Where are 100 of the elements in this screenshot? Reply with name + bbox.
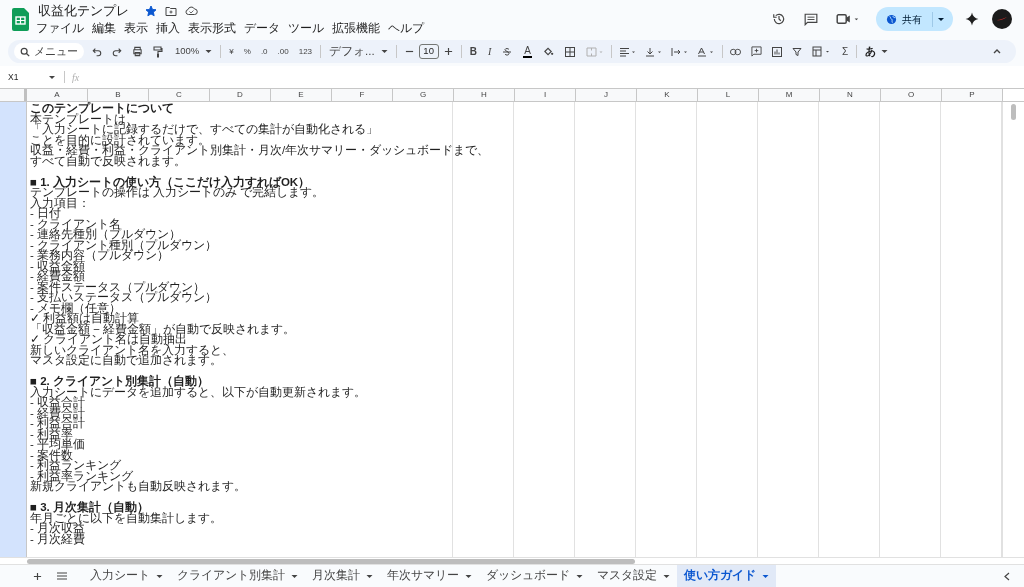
video-call-icon[interactable]: [836, 13, 860, 25]
redo-icon[interactable]: [112, 46, 122, 57]
print-icon[interactable]: [132, 46, 143, 57]
folder-icon[interactable]: [165, 5, 177, 17]
column-header[interactable]: B: [88, 89, 149, 101]
column-header[interactable]: C: [149, 89, 210, 101]
globe-icon: [886, 13, 897, 25]
menu-item[interactable]: 表示形式: [188, 19, 236, 37]
menu-item[interactable]: ツール: [288, 19, 324, 37]
guide-text: - 経費金額: [30, 271, 86, 282]
caret-icon[interactable]: [48, 74, 56, 80]
guide-text: 本テンプレートは、: [30, 113, 138, 124]
text-wrap-icon[interactable]: [670, 46, 689, 57]
text-rotation-icon[interactable]: [696, 46, 715, 57]
guide-text: マスタ設定に自動で追加されます。: [30, 355, 222, 366]
caret-icon: [762, 573, 769, 579]
column-header[interactable]: H: [454, 89, 515, 101]
paint-format-icon[interactable]: [153, 45, 163, 58]
decrease-decimal-button[interactable]: .0: [260, 45, 268, 58]
comment-icon[interactable]: [804, 12, 818, 26]
cloud-icon[interactable]: [185, 6, 198, 16]
chart-icon[interactable]: [771, 46, 782, 57]
column-header[interactable]: N: [820, 89, 881, 101]
font-dropdown[interactable]: デフォ...: [329, 42, 388, 61]
sheet-tab[interactable]: ダッシュボード: [479, 565, 590, 587]
sheet-list-icon[interactable]: [57, 572, 67, 580]
functions-button[interactable]: Σ: [841, 44, 849, 59]
column-header[interactable]: A: [27, 89, 88, 101]
sparkle-icon[interactable]: [965, 12, 979, 26]
guide-text: - 平均単価: [30, 439, 86, 450]
text-color-button[interactable]: A: [523, 45, 532, 58]
menu-item[interactable]: ヘルプ: [388, 19, 424, 37]
plus-icon[interactable]: [443, 47, 453, 56]
caret-icon: [576, 573, 583, 579]
guide-text: - 月次収益: [30, 523, 86, 534]
sheet-tab[interactable]: 使い方ガイド: [677, 565, 776, 587]
column-header[interactable]: M: [759, 89, 820, 101]
guide-text: - クライアント名: [30, 218, 122, 229]
horizontal-scrollbar[interactable]: [27, 558, 635, 564]
menu-search-field[interactable]: メニュー: [14, 43, 84, 60]
column-header[interactable]: L: [698, 89, 759, 101]
guide-text: - 支払いステータス（プルダウン）: [30, 292, 218, 303]
add-sheet-icon[interactable]: [33, 571, 42, 581]
guide-text: - 収益金額: [30, 260, 86, 271]
menu-item[interactable]: ファイル: [36, 19, 84, 37]
column-header[interactable]: G: [393, 89, 454, 101]
menu-item[interactable]: データ: [244, 19, 280, 37]
strikethrough-icon[interactable]: [502, 46, 513, 57]
align-left-icon[interactable]: [618, 46, 637, 57]
guide-text: - 利益ランキング: [30, 460, 122, 471]
filter-icon[interactable]: [791, 46, 802, 57]
caret-icon: [663, 573, 670, 579]
column-header[interactable]: J: [576, 89, 637, 101]
column-header[interactable]: D: [210, 89, 271, 101]
cell-reference-field[interactable]: X1: [8, 70, 48, 84]
font-size-field[interactable]: 10: [418, 44, 439, 59]
italic-button[interactable]: I: [487, 44, 492, 59]
column-header[interactable]: O: [881, 89, 942, 101]
caret-icon: [465, 573, 472, 579]
menu-item[interactable]: 挿入: [156, 19, 180, 37]
column-header[interactable]: E: [271, 89, 332, 101]
percent-format-button[interactable]: %: [243, 45, 251, 58]
insert-comment-icon[interactable]: [750, 46, 762, 57]
zoom-dropdown[interactable]: 100%: [175, 44, 213, 59]
increase-decimal-button[interactable]: .00: [277, 45, 289, 58]
input-tools-dropdown[interactable]: あ: [865, 43, 889, 60]
share-button[interactable]: 共有: [876, 7, 953, 31]
bold-button[interactable]: B: [469, 44, 477, 59]
borders-icon[interactable]: [564, 46, 575, 57]
menu-item[interactable]: 拡張機能: [332, 19, 380, 37]
caret-icon: [881, 49, 889, 54]
link-icon[interactable]: [729, 47, 741, 56]
menu-item[interactable]: 表示: [124, 19, 148, 37]
undo-icon[interactable]: [92, 46, 102, 57]
sheet-tab[interactable]: 入力シート: [83, 565, 170, 587]
column-header[interactable]: F: [332, 89, 393, 101]
column-header[interactable]: K: [637, 89, 698, 101]
column-header[interactable]: P: [942, 89, 1003, 101]
caret-icon: [291, 573, 298, 579]
sheet-tab[interactable]: 年次サマリー: [380, 565, 479, 587]
avatar-icon[interactable]: [992, 9, 1012, 29]
fill-color-icon[interactable]: [542, 46, 554, 57]
sheets-logo-icon[interactable]: [12, 7, 29, 31]
filter-views-icon[interactable]: [811, 46, 832, 57]
star-icon[interactable]: [145, 5, 157, 17]
formula-label: fx: [72, 70, 80, 85]
menu-item[interactable]: 編集: [92, 19, 116, 37]
number-format-button[interactable]: 123: [298, 45, 313, 58]
document-title[interactable]: 収益化テンプレ: [38, 1, 129, 21]
guide-text: 入力シートにデータを追加すると、以下が自動更新されます。: [30, 386, 366, 397]
column-header[interactable]: I: [515, 89, 576, 101]
sheet-tab[interactable]: マスタ設定: [590, 565, 677, 587]
currency-format-button[interactable]: ¥: [229, 45, 234, 58]
vertical-align-icon[interactable]: [644, 46, 663, 57]
guide-text: 「入力シートに記録するだけで、すべての集計が自動化される」: [30, 124, 378, 135]
sheet-tab[interactable]: 月次集計: [305, 565, 380, 587]
collapse-toolbar-icon[interactable]: [992, 48, 1002, 55]
sheet-tab[interactable]: クライアント別集計: [170, 565, 305, 587]
chevron-left-icon[interactable]: [1004, 571, 1010, 581]
history-icon[interactable]: [772, 12, 786, 26]
